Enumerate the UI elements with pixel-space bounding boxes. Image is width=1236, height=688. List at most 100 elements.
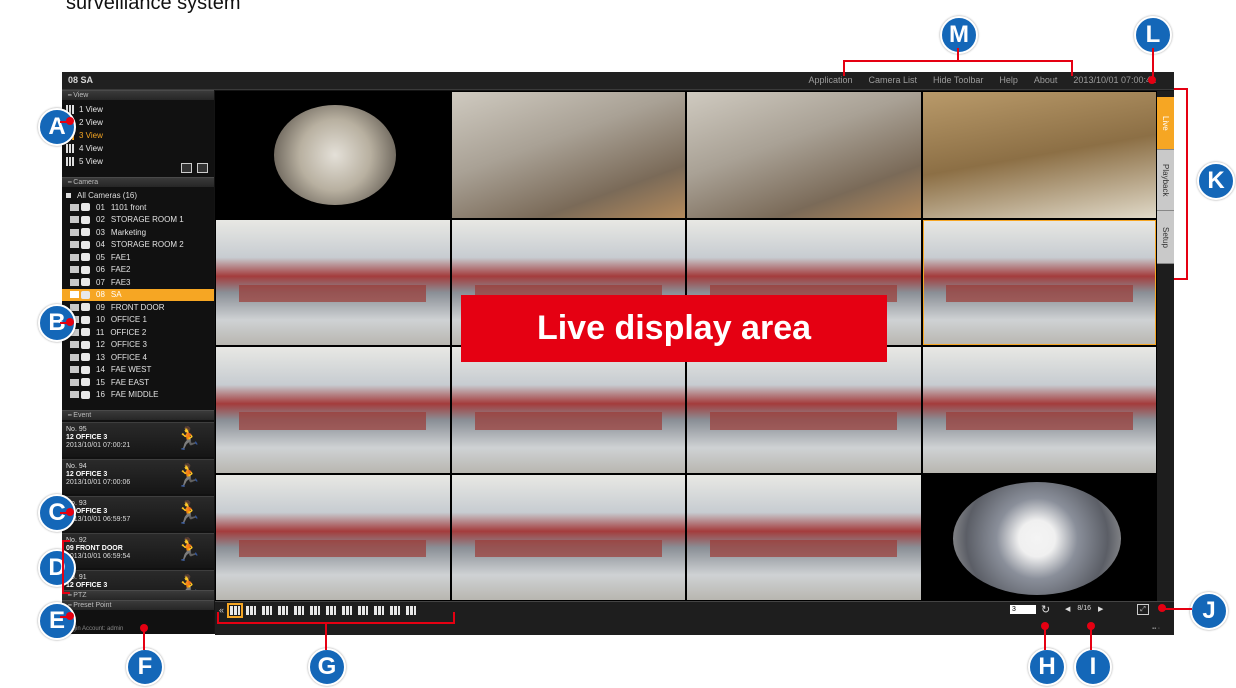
camera-tile[interactable] bbox=[216, 347, 450, 473]
layout-button[interactable] bbox=[406, 605, 417, 615]
camera-name: FAE1 bbox=[110, 252, 131, 262]
view-item[interactable]: 1 View bbox=[66, 103, 214, 116]
camera-item[interactable]: 07 FAE3 bbox=[62, 276, 214, 289]
event-item[interactable]: No. 94 12 OFFICE 3 2013/10/01 07:00:06 🏃 bbox=[62, 459, 214, 494]
bracket-m-left bbox=[843, 60, 845, 76]
camera-item[interactable]: 01 1101 front bbox=[62, 201, 214, 214]
camera-tile[interactable] bbox=[451, 92, 685, 218]
camera-item[interactable]: 06 FAE2 bbox=[62, 264, 214, 277]
view-item-selected[interactable]: 3 View bbox=[66, 129, 214, 142]
tab-live[interactable]: Live bbox=[1157, 97, 1174, 150]
preset-section-header[interactable]: Preset Point bbox=[62, 600, 214, 610]
layout-button[interactable] bbox=[342, 605, 353, 615]
camera-name: 1101 front bbox=[110, 202, 147, 212]
layout-button[interactable] bbox=[358, 605, 369, 615]
camera-item[interactable]: 11 OFFICE 2 bbox=[62, 326, 214, 339]
layout-button[interactable] bbox=[294, 605, 305, 615]
auto-rotate-icon[interactable]: ↻ bbox=[1041, 603, 1050, 616]
camera-item[interactable]: 09 FRONT DOOR bbox=[62, 301, 214, 314]
record-icon bbox=[70, 216, 79, 224]
motion-icon: 🏃 bbox=[174, 426, 202, 451]
camera-item[interactable]: 04 STORAGE ROOM 2 bbox=[62, 239, 214, 252]
live-display-area[interactable]: Live display area bbox=[215, 91, 1157, 601]
next-page-icon[interactable]: ▶ bbox=[1098, 605, 1103, 613]
menu-about[interactable]: About bbox=[1034, 72, 1058, 89]
camera-tile[interactable] bbox=[216, 219, 450, 345]
layout-button[interactable] bbox=[262, 605, 273, 615]
camera-tile[interactable] bbox=[922, 92, 1156, 218]
camera-tile[interactable] bbox=[216, 92, 450, 218]
tab-playback[interactable]: Playback bbox=[1157, 150, 1174, 211]
event-item[interactable]: No. 91 12 OFFICE 3 🏃 bbox=[62, 570, 214, 590]
camera-tile[interactable] bbox=[922, 347, 1156, 473]
camera-item[interactable]: 15 FAE EAST bbox=[62, 376, 214, 389]
event-item[interactable]: No. 95 12 OFFICE 3 2013/10/01 07:00:21 🏃 bbox=[62, 422, 214, 457]
edit-view-icon[interactable] bbox=[197, 163, 208, 173]
camera-tile[interactable] bbox=[451, 347, 685, 473]
line-f bbox=[143, 630, 145, 650]
layout-button[interactable] bbox=[227, 602, 244, 618]
view-section-header[interactable]: View bbox=[62, 90, 214, 100]
camera-item[interactable]: 13 OFFICE 4 bbox=[62, 351, 214, 364]
cubicle-partition bbox=[474, 412, 662, 430]
line-h bbox=[1044, 626, 1046, 650]
camera-tile[interactable] bbox=[922, 474, 1156, 600]
camera-tile[interactable] bbox=[922, 219, 1156, 345]
layout-button[interactable] bbox=[326, 605, 337, 615]
layout-button[interactable] bbox=[390, 605, 401, 615]
all-cameras-label: All Cameras (16) bbox=[77, 190, 138, 200]
bottom-toolbar: « 3 ↻ ◀ 8/16 ▶ ⤢ ▪▪ ◦ bbox=[215, 601, 1174, 635]
camera-tile[interactable] bbox=[687, 474, 921, 600]
cubicle-partition bbox=[239, 412, 427, 430]
line-m bbox=[957, 48, 959, 62]
camera-item[interactable]: 05 FAE1 bbox=[62, 251, 214, 264]
title-bar: 08 SA Application Camera List Hide Toolb… bbox=[62, 72, 1174, 90]
event-item[interactable]: No. 92 09 FRONT DOOR 2013/10/01 06:59:54 🏃 bbox=[62, 533, 214, 568]
camera-tile[interactable] bbox=[687, 347, 921, 473]
camera-item[interactable]: 03 Marketing bbox=[62, 226, 214, 239]
camera-icon bbox=[81, 340, 90, 349]
cubicle-partition bbox=[239, 539, 427, 558]
ptz-section-header[interactable]: PTZ bbox=[62, 590, 214, 600]
event-camera: 12 OFFICE 3 bbox=[66, 582, 108, 589]
camera-tile[interactable] bbox=[687, 92, 921, 218]
layout-button[interactable] bbox=[374, 605, 385, 615]
left-panel: View 1 View 2 View 3 View 4 View 5 View … bbox=[62, 90, 214, 634]
prev-page-icon[interactable]: ◀ bbox=[1065, 605, 1070, 613]
view-item[interactable]: 2 View bbox=[66, 116, 214, 129]
camera-item[interactable]: 02 STORAGE ROOM 1 bbox=[62, 214, 214, 227]
camera-item[interactable]: 14 FAE WEST bbox=[62, 364, 214, 377]
camera-item[interactable]: 10 OFFICE 1 bbox=[62, 314, 214, 327]
camera-item[interactable]: 12 OFFICE 3 bbox=[62, 339, 214, 352]
all-cameras[interactable]: All Cameras (16) bbox=[62, 189, 214, 201]
cubicle-partition bbox=[710, 412, 898, 430]
menu-camera-list[interactable]: Camera List bbox=[868, 72, 917, 89]
view-item[interactable]: 4 View bbox=[66, 142, 214, 155]
collapse-panel-icon[interactable]: « bbox=[219, 605, 224, 615]
tab-setup[interactable]: Setup bbox=[1157, 211, 1174, 264]
menu-help[interactable]: Help bbox=[999, 72, 1018, 89]
menu-hide-toolbar[interactable]: Hide Toolbar bbox=[933, 72, 983, 89]
camera-name: OFFICE 3 bbox=[110, 340, 147, 350]
camera-name: FAE WEST bbox=[110, 365, 152, 375]
add-view-icon[interactable] bbox=[181, 163, 192, 173]
event-section-header[interactable]: Event bbox=[62, 410, 214, 420]
window-title: 08 SA bbox=[68, 75, 94, 85]
camera-tile[interactable] bbox=[451, 474, 685, 600]
fullscreen-icon[interactable]: ⤢ bbox=[1137, 604, 1149, 615]
event-camera: 12 OFFICE 3 bbox=[66, 471, 108, 478]
camera-section-header[interactable]: Camera bbox=[62, 177, 214, 187]
camera-item[interactable]: 16 FAE MIDDLE bbox=[62, 389, 214, 402]
event-item[interactable]: No. 93 12 OFFICE 3 2013/10/01 06:59:57 🏃 bbox=[62, 496, 214, 531]
layout-button[interactable] bbox=[310, 605, 321, 615]
camera-name: FAE MIDDLE bbox=[110, 390, 159, 400]
menu-application[interactable]: Application bbox=[808, 72, 852, 89]
camera-name: STORAGE ROOM 2 bbox=[110, 240, 184, 250]
camera-item[interactable]: 08 SA bbox=[62, 288, 214, 301]
layout-button[interactable] bbox=[278, 605, 289, 615]
dwell-time-input[interactable]: 3 bbox=[1010, 605, 1036, 614]
camera-tile[interactable] bbox=[216, 474, 450, 600]
layout-button[interactable] bbox=[246, 605, 257, 615]
line-a bbox=[60, 121, 70, 123]
view-label: 5 View bbox=[79, 157, 103, 166]
